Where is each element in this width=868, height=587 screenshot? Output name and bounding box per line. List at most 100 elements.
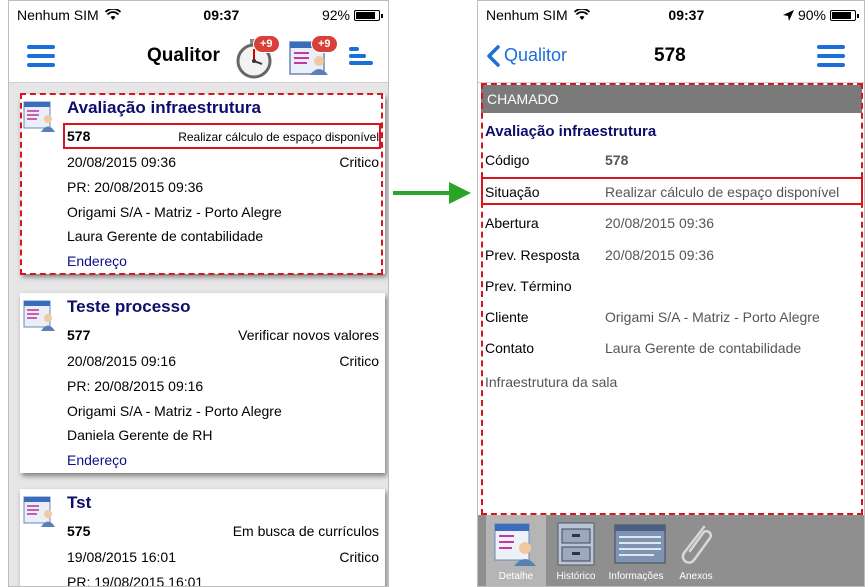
- tab-anexos[interactable]: Anexos: [666, 515, 726, 586]
- ticket-pr-row: PR: 20/08/2015 09:16: [67, 378, 379, 394]
- ticket-user-icon: [23, 496, 55, 527]
- battery-icon: [829, 9, 859, 21]
- nav-bar: Qualitor 578: [478, 29, 864, 83]
- ticket-description: Infraestrutura da sala: [485, 374, 618, 390]
- section-header: CHAMADO: [481, 85, 862, 113]
- address-link[interactable]: Endereço: [67, 452, 127, 468]
- ticket-number-row: 577 Verificar novos valores: [67, 327, 379, 343]
- ticket-contact-row: Laura Gerente de contabilidade: [67, 228, 379, 244]
- phone-detail-screen: Nenhum SIM 09:37 90% Qualitor 578 CHAMAD…: [477, 0, 865, 587]
- battery-percent: 92%: [321, 7, 350, 23]
- ticket-card[interactable]: Avaliação infraestrutura 578 Realizar cál…: [20, 94, 385, 274]
- ticket-client: Origami S/A - Matriz - Porto Alegre: [67, 403, 282, 419]
- ticket-title: Avaliação infraestrutura: [67, 98, 261, 117]
- tab-informacoes[interactable]: Informações: [606, 515, 666, 586]
- ticket-date: 20/08/2015 09:16: [67, 353, 176, 369]
- detail-user-icon: [494, 523, 536, 566]
- ticket-client-row: Origami S/A - Matriz - Porto Alegre: [67, 204, 379, 220]
- field-row: Cliente Origami S/A - Matriz - Porto Aleg…: [485, 309, 864, 325]
- ticket-title: Tst: [67, 493, 92, 512]
- ticket-pr: PR: 20/08/2015 09:16: [67, 378, 204, 394]
- tab-label: Detalhe: [498, 571, 534, 582]
- ticket-client-row: Origami S/A - Matriz - Porto Alegre: [67, 403, 379, 419]
- tab-detalhe[interactable]: Detalhe: [486, 515, 546, 586]
- ticket-date-row: 20/08/2015 09:16 Critico: [67, 353, 379, 369]
- app-title: Qualitor: [147, 44, 220, 66]
- cabinet-icon: [557, 522, 595, 566]
- battery-fill: [355, 11, 376, 19]
- wifi-icon: [573, 9, 590, 20]
- back-button[interactable]: Qualitor: [486, 44, 568, 67]
- field-value: 20/08/2015 09:36: [605, 247, 714, 263]
- field-label: Situação: [485, 184, 540, 200]
- ticket-date-row: 20/08/2015 09:36 Critico: [67, 154, 379, 170]
- field-label: Código: [485, 152, 530, 168]
- notification-badge: +9: [311, 35, 338, 53]
- highlight-detail-frame: [481, 83, 863, 515]
- ticket-number: 578: [67, 128, 91, 144]
- carrier-label: Nenhum SIM: [486, 7, 568, 23]
- field-value: Realizar cálculo de espaço disponível: [605, 184, 840, 200]
- ticket-contact-row: Daniela Gerente de RH: [67, 427, 379, 443]
- ticket-link-row: Endereço: [67, 452, 379, 468]
- arrow-right-icon: [393, 182, 471, 204]
- ticket-user-icon: [23, 101, 55, 132]
- ticket-priority: Critico: [339, 154, 379, 170]
- battery-fill: [831, 11, 851, 19]
- field-row: Prev. Resposta 20/08/2015 09:36: [485, 247, 864, 263]
- ticket-pr-row: PR: 20/08/2015 09:36: [67, 179, 379, 195]
- nav-bar: Qualitor +9 +9: [9, 29, 388, 83]
- ticket-situation: Verificar novos valores: [238, 327, 379, 343]
- carrier-label: Nenhum SIM: [17, 7, 99, 23]
- ticket-link-row: Endereço: [67, 253, 379, 269]
- field-label: Prev. Término: [485, 278, 572, 294]
- back-button-label: Qualitor: [504, 45, 568, 65]
- ticket-user-icon: [23, 300, 55, 331]
- field-value: Laura Gerente de contabilidade: [605, 340, 802, 356]
- ticket-number-row: 575 Em busca de currículos: [67, 523, 379, 539]
- wifi-icon: [104, 9, 121, 20]
- field-label: Abertura: [485, 215, 539, 231]
- address-link[interactable]: Endereço: [67, 253, 127, 269]
- status-bar: Nenhum SIM 09:37 92%: [9, 1, 388, 29]
- field-label: Cliente: [485, 309, 529, 325]
- screenshot-root: Nenhum SIM 09:37 92% Qualitor +9 +9 Aval…: [0, 0, 868, 587]
- field-value: 20/08/2015 09:36: [605, 215, 714, 231]
- tab-bar: Detalhe Histórico Informações Anexos: [478, 515, 864, 586]
- sort-icon[interactable]: [349, 45, 373, 67]
- ticket-date: 19/08/2015 16:01: [67, 549, 176, 565]
- field-row: Contato Laura Gerente de contabilidade: [485, 340, 864, 356]
- location-arrow-icon: [782, 9, 794, 21]
- ticket-contact: Daniela Gerente de RH: [67, 427, 213, 443]
- phone-list-screen: Nenhum SIM 09:37 92% Qualitor +9 +9 Aval…: [8, 0, 389, 587]
- ticket-card[interactable]: Teste processo 577 Verificar novos valore…: [20, 293, 385, 473]
- field-value: 578: [605, 152, 629, 168]
- tab-historico[interactable]: Histórico: [546, 515, 606, 586]
- ticket-pr-row: PR: 19/08/2015 16:01: [67, 574, 379, 587]
- notification-badge: +9: [253, 35, 280, 53]
- tab-label: Histórico: [556, 571, 596, 582]
- ticket-number: 577: [67, 327, 91, 343]
- menu-icon[interactable]: [817, 44, 845, 67]
- field-label: Contato: [485, 340, 535, 356]
- battery-status: 90%: [782, 7, 859, 23]
- battery-icon: [353, 9, 383, 21]
- clock: 09:37: [668, 7, 705, 23]
- clock: 09:37: [203, 7, 240, 23]
- ticket-title: Teste processo: [67, 297, 191, 316]
- ticket-card[interactable]: Tst 575 Em busca de currículos 19/08/2015…: [20, 489, 385, 587]
- tab-label: Anexos: [679, 571, 713, 582]
- ticket-pr: PR: 19/08/2015 16:01: [67, 574, 204, 587]
- ticket-situation: Realizar cálculo de espaço disponível: [178, 130, 379, 144]
- carrier: Nenhum SIM: [486, 7, 590, 23]
- chevron-left-icon: [487, 44, 500, 67]
- ticket-number-row: 578 Realizar cálculo de espaço disponível: [67, 128, 379, 144]
- field-value: Origami S/A - Matriz - Porto Alegre: [605, 309, 820, 325]
- timer-notification[interactable]: +9: [235, 33, 285, 79]
- ticket-client: Origami S/A - Matriz - Porto Alegre: [67, 204, 282, 220]
- ticket-pr: PR: 20/08/2015 09:36: [67, 179, 204, 195]
- battery-percent: 90%: [797, 7, 826, 23]
- menu-icon[interactable]: [27, 44, 55, 67]
- field-row: Código 578: [485, 152, 864, 168]
- ticket-notification[interactable]: +9: [289, 33, 343, 79]
